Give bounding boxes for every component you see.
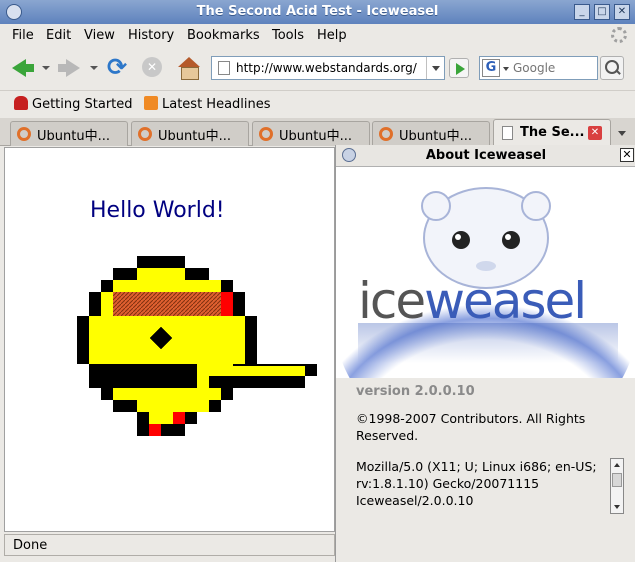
search-engine-dropdown-icon[interactable] — [503, 67, 509, 71]
iceweasel-logo: iceweasel — [336, 168, 635, 378]
bookmark-label: Getting Started — [32, 97, 133, 112]
tab-ubuntu-4[interactable]: Ubuntu中... — [372, 121, 490, 146]
menu-help[interactable]: Help — [317, 28, 347, 43]
tab-label: The Se... — [520, 125, 585, 140]
bookmark-label: Latest Headlines — [162, 97, 271, 112]
scroll-down-icon[interactable] — [614, 505, 620, 509]
status-text: Done — [13, 538, 48, 553]
rss-icon — [144, 96, 158, 110]
user-agent-box[interactable]: Mozilla/5.0 (X11; U; Linux i686; en-US; … — [356, 458, 624, 514]
stop-button[interactable] — [140, 56, 166, 80]
browser-window: The Second Acid Test - Iceweasel _ □ ✕ F… — [0, 0, 635, 562]
page-icon — [218, 61, 230, 75]
tab-ubuntu-2[interactable]: Ubuntu中... — [131, 121, 249, 146]
tab-label: Ubuntu中... — [158, 129, 231, 144]
iceweasel-logo-icon: iceweasel — [336, 187, 635, 378]
ubuntu-icon — [138, 127, 152, 141]
tab-acid-test[interactable]: The Se... ✕ — [493, 119, 611, 147]
tab-strip: Ubuntu中... Ubuntu中... Ubuntu中... Ubuntu中… — [0, 118, 635, 147]
reload-button[interactable] — [106, 53, 132, 81]
menu-tools[interactable]: Tools — [272, 28, 304, 43]
getting-started-icon — [14, 96, 28, 110]
window-title: The Second Acid Test - Iceweasel — [196, 4, 439, 19]
url-bar[interactable] — [211, 56, 445, 80]
ubuntu-icon — [259, 127, 273, 141]
ubuntu-icon — [17, 127, 31, 141]
search-bar[interactable]: G — [479, 56, 598, 80]
tab-ubuntu-3[interactable]: Ubuntu中... — [252, 121, 370, 146]
menu-file[interactable]: File — [12, 28, 34, 43]
google-engine-icon[interactable]: G — [482, 59, 500, 77]
back-history-dropdown-icon[interactable] — [42, 66, 50, 70]
scroll-up-icon[interactable] — [614, 463, 620, 467]
bookmark-getting-started[interactable]: Getting Started — [14, 96, 133, 112]
version-text: version 2.0.0.10 — [356, 384, 475, 399]
copyright-text: ©1998-2007 Contributors. All Rights Rese… — [356, 411, 586, 443]
acid-test-face-image — [77, 256, 317, 436]
menu-bookmarks[interactable]: Bookmarks — [187, 28, 260, 43]
user-agent-text: Mozilla/5.0 (X11; U; Linux i686; en-US; … — [356, 459, 601, 508]
menu-history[interactable]: History — [128, 28, 174, 43]
all-tabs-dropdown-icon[interactable] — [612, 122, 632, 142]
tab-label: Ubuntu中... — [399, 129, 472, 144]
menu-view[interactable]: View — [84, 28, 115, 43]
activity-throbber-icon — [611, 27, 627, 43]
bookmarks-toolbar: Getting Started Latest Headlines — [0, 90, 635, 116]
close-window-button[interactable]: ✕ — [614, 4, 630, 20]
forward-button[interactable] — [56, 56, 82, 80]
about-dialog: About Iceweasel ✕ iceweasel version 2.0.… — [335, 145, 635, 562]
logo-wordmark: iceweasel — [358, 272, 585, 330]
bookmark-latest-headlines[interactable]: Latest Headlines — [144, 96, 271, 112]
tab-label: Ubuntu中... — [37, 129, 110, 144]
search-magnifier-icon[interactable] — [600, 56, 624, 80]
ubuntu-icon — [379, 127, 393, 141]
menu-bar: File Edit View History Bookmarks Tools H… — [0, 24, 635, 48]
user-agent-scrollbar[interactable] — [610, 458, 624, 514]
about-title-bar[interactable]: About Iceweasel ✕ — [336, 145, 635, 167]
url-input[interactable] — [236, 60, 424, 76]
url-history-dropdown-icon[interactable] — [426, 57, 444, 79]
scroll-thumb[interactable] — [612, 473, 622, 487]
forward-history-dropdown-icon[interactable] — [90, 66, 98, 70]
close-tab-icon[interactable]: ✕ — [588, 126, 602, 140]
title-bar[interactable]: The Second Acid Test - Iceweasel _ □ ✕ — [0, 0, 635, 24]
about-title: About Iceweasel — [425, 148, 547, 163]
document-icon — [502, 126, 513, 140]
home-button[interactable] — [176, 56, 202, 80]
search-input[interactable] — [513, 60, 595, 76]
close-dialog-button[interactable]: ✕ — [620, 148, 634, 162]
tab-ubuntu-1[interactable]: Ubuntu中... — [10, 121, 128, 146]
maximize-button[interactable]: □ — [594, 4, 610, 20]
back-button[interactable] — [10, 56, 36, 80]
page-content: Hello World! — [4, 147, 335, 532]
about-info: version 2.0.0.10 ©1998-2007 Contributors… — [336, 378, 635, 562]
tab-label: Ubuntu中... — [279, 129, 352, 144]
status-bar: Done — [4, 534, 335, 556]
menu-edit[interactable]: Edit — [46, 28, 71, 43]
go-button[interactable] — [449, 58, 469, 78]
minimize-button[interactable]: _ — [574, 4, 590, 20]
